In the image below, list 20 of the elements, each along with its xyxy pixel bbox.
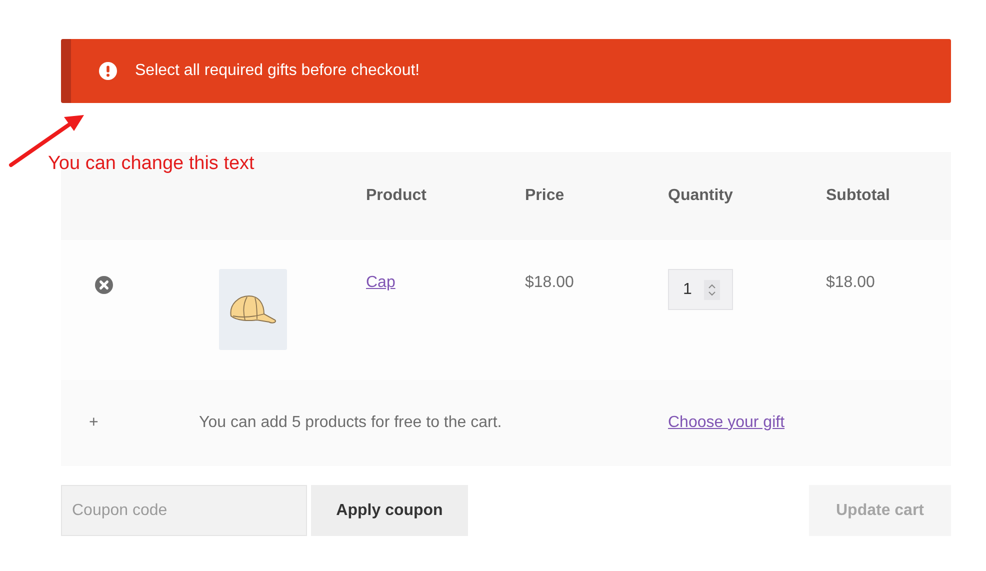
gift-message: You can add 5 products for free to the cart. (199, 414, 502, 431)
column-header: Product (366, 187, 426, 204)
remove-icon[interactable] (95, 276, 113, 294)
spinner-icon[interactable] (704, 280, 720, 300)
product-subtotal: $18.00 (826, 274, 875, 291)
notice-message: Select all required gifts before checkout! (135, 62, 420, 80)
column-header: Price (525, 187, 564, 204)
quantity-field[interactable]: 1 (668, 269, 733, 310)
cap-drawing (227, 294, 279, 326)
product-link[interactable]: Cap (366, 274, 396, 291)
column-header: Subtotal (826, 187, 890, 204)
coupon-field[interactable]: Coupon code (61, 485, 307, 536)
plus-sign[interactable]: + (89, 414, 98, 431)
alert-icon (99, 62, 117, 80)
apply-coupon-button[interactable]: Apply coupon (311, 485, 468, 536)
annotation-text: You can change this text (48, 153, 254, 175)
column-header: Quantity (668, 187, 733, 204)
choose-gift-link[interactable]: Choose your gift (668, 414, 785, 431)
product-price: $18.00 (525, 274, 574, 291)
product-thumbnail[interactable] (219, 269, 287, 350)
